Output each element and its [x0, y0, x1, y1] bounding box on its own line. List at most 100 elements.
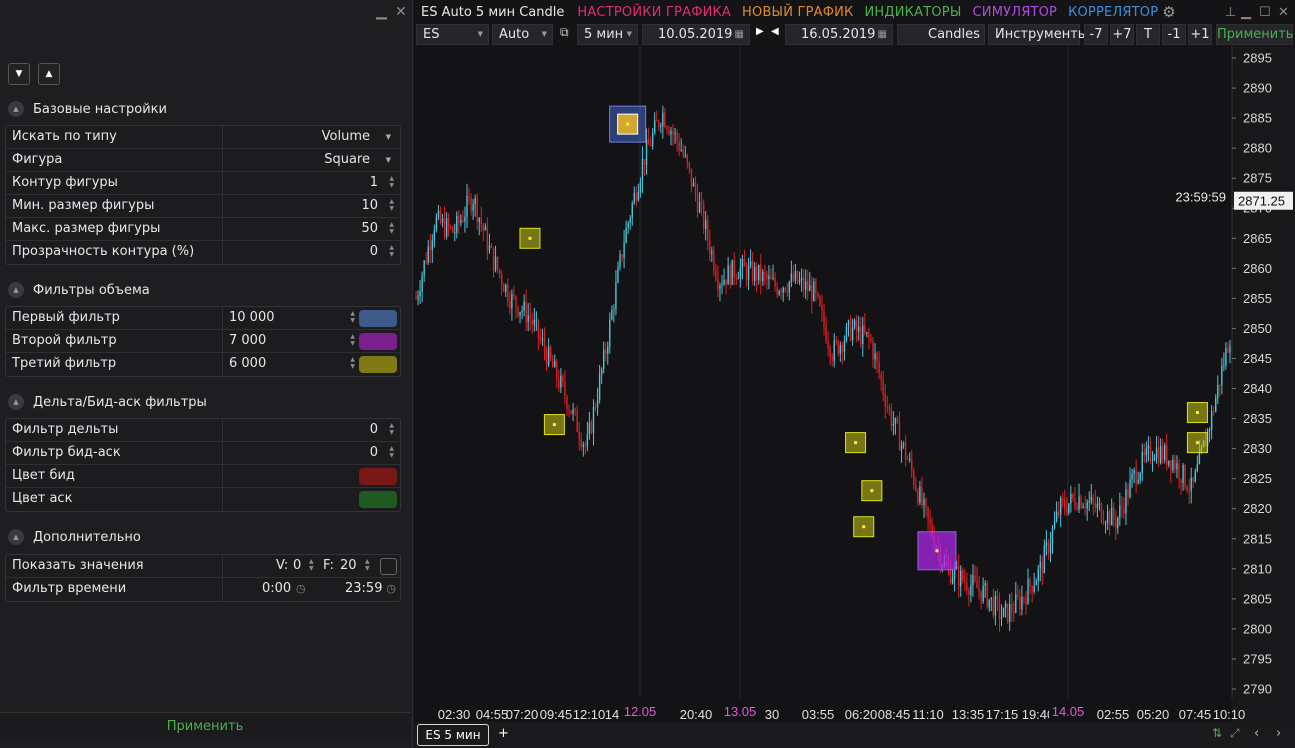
outline-stepper[interactable]: 1 ▲ ▼	[223, 172, 400, 194]
first-filter-color[interactable]	[359, 310, 397, 327]
candle-body	[1031, 586, 1033, 592]
stepper-icon[interactable]: ▲ ▼	[389, 422, 394, 436]
sort-icon[interactable]: ⇅	[1212, 726, 1222, 740]
maximize-icon[interactable]: ☐	[1259, 5, 1271, 20]
candle-body	[978, 588, 980, 591]
symbol-select[interactable]: ES ▼	[416, 24, 489, 45]
candle-body	[1066, 508, 1068, 513]
stepper-icon[interactable]: ▲ ▼	[389, 244, 394, 258]
value-v-input[interactable]: 0	[293, 555, 301, 577]
menu-simulator[interactable]: СИМУЛЯТОР	[973, 5, 1058, 20]
candle-body	[509, 301, 511, 309]
add-tab-button[interactable]: +	[498, 726, 509, 741]
back-icon[interactable]: ◀	[771, 26, 779, 37]
value-f-input[interactable]: 20	[340, 555, 357, 577]
calendar-icon[interactable]: ▦	[878, 25, 887, 44]
stepper-icon[interactable]: ▲ ▼	[350, 356, 355, 370]
chevron-left-icon[interactable]: ‹	[1254, 726, 1259, 741]
stepper-icon[interactable]: ▲ ▼	[389, 198, 394, 212]
candle-body	[929, 518, 931, 524]
date-from-input[interactable]: 10.05.2019 ▦	[642, 24, 750, 45]
min-size-stepper[interactable]: 10 ▲ ▼	[223, 195, 400, 217]
section-delta-bidask[interactable]: ▲ Дельта/Бид-аск фильтры	[8, 392, 207, 412]
calendar-icon[interactable]: ▦	[735, 25, 744, 44]
play-icon[interactable]: ▶	[756, 26, 764, 37]
candle-body	[531, 318, 533, 325]
search-type-select[interactable]: Volume ▼	[223, 126, 400, 148]
stepper-icon[interactable]: ▲ ▼	[309, 558, 314, 572]
second-filter-color[interactable]	[359, 333, 397, 350]
candle-body	[1113, 507, 1115, 520]
third-filter-color[interactable]	[359, 356, 397, 373]
third-filter-input[interactable]: 6 000 ▲ ▼	[223, 353, 400, 376]
clock-icon[interactable]: ◷	[296, 578, 306, 600]
candle-body	[519, 312, 521, 316]
first-filter-input[interactable]: 10 000 ▲ ▼	[223, 307, 400, 329]
candle-body	[984, 583, 986, 586]
date-to-input[interactable]: 16.05.2019 ▦	[785, 24, 893, 45]
show-values-checkbox[interactable]	[380, 558, 397, 575]
chart-type-select[interactable]: Candles	[897, 24, 985, 45]
setting-row: Макс. размер фигуры 50 ▲ ▼	[6, 218, 400, 241]
menu-indicators[interactable]: ИНДИКАТОРЫ	[865, 5, 962, 20]
candle-body	[1055, 511, 1058, 521]
clock-icon[interactable]: ◷	[386, 578, 396, 600]
minimize-icon[interactable]: ▁	[1241, 5, 1251, 20]
expand-all-button[interactable]: ▲	[38, 63, 60, 85]
candle-body	[631, 203, 633, 219]
delta-filter-stepper[interactable]: 0 ▲ ▼	[223, 419, 400, 441]
collapse-all-button[interactable]: ▼	[8, 63, 30, 85]
apply-settings-button[interactable]: Применить	[0, 712, 410, 742]
candle-body	[637, 191, 640, 201]
candle-body	[619, 254, 621, 268]
candle-body	[1176, 463, 1178, 470]
candle-body	[460, 220, 462, 223]
outline-transparency-stepper[interactable]: 0 ▲ ▼	[223, 241, 400, 264]
stepper-icon[interactable]: ▲ ▼	[350, 333, 355, 347]
candle-body	[729, 265, 731, 285]
plus-7-button[interactable]: +7	[1110, 24, 1134, 45]
section-volume-filters[interactable]: ▲ Фильтры объема	[8, 280, 150, 300]
minus-1-button[interactable]: -1	[1162, 24, 1186, 45]
minimize-icon[interactable]: ▁	[376, 4, 387, 20]
gear-icon[interactable]: ⚙	[1162, 3, 1175, 21]
scale-select[interactable]: Auto ▼	[492, 24, 553, 45]
stepper-icon[interactable]: ▲ ▼	[365, 558, 370, 572]
instruments-button[interactable]: Инструменты	[988, 24, 1088, 45]
candle-body	[778, 291, 780, 295]
time-from-input[interactable]: 0:00	[262, 578, 291, 600]
stepper-icon[interactable]: ▲ ▼	[350, 310, 355, 324]
today-button[interactable]: T	[1136, 24, 1160, 45]
figure-select[interactable]: Square ▼	[223, 149, 400, 171]
menu-new-chart[interactable]: НОВЫЙ ГРАФИК	[742, 5, 853, 20]
bidask-filter-stepper[interactable]: 0 ▲ ▼	[223, 442, 400, 464]
close-icon[interactable]: ✕	[395, 4, 407, 20]
candle-body	[1125, 489, 1127, 514]
stepper-icon[interactable]: ▲ ▼	[389, 175, 394, 189]
time-to-input[interactable]: 23:59	[345, 578, 382, 600]
second-filter-input[interactable]: 7 000 ▲ ▼	[223, 330, 400, 352]
minus-7-button[interactable]: -7	[1084, 24, 1108, 45]
stepper-icon[interactable]: ▲ ▼	[389, 221, 394, 235]
timeframe-select[interactable]: 5 мин ▼	[577, 24, 638, 45]
bid-color[interactable]	[359, 468, 397, 485]
price-chart[interactable]: 2895289028852880287528702865286028552850…	[414, 46, 1295, 722]
apply-button[interactable]: Применить	[1216, 24, 1293, 45]
stepper-icon[interactable]: ▲ ▼	[389, 445, 394, 459]
expand-icon[interactable]: ⤢	[1230, 726, 1240, 741]
section-additional[interactable]: ▲ Дополнительно	[8, 527, 141, 547]
close-icon[interactable]: ✕	[1278, 5, 1289, 20]
candle-body	[760, 264, 762, 282]
pin-icon[interactable]: ⊥	[1225, 5, 1236, 20]
max-size-stepper[interactable]: 50 ▲ ▼	[223, 218, 400, 240]
section-base-settings[interactable]: ▲ Базовые настройки	[8, 99, 167, 119]
menu-correlator[interactable]: КОРРЕЛЯТОР	[1068, 5, 1158, 20]
candle-body	[770, 276, 772, 279]
sync-icon[interactable]: ⧉	[560, 25, 569, 40]
plus-1-button[interactable]: +1	[1188, 24, 1212, 45]
menu-chart-settings[interactable]: НАСТРОЙКИ ГРАФИКА	[577, 5, 731, 20]
ask-color[interactable]	[359, 491, 397, 508]
candle-body	[1053, 520, 1056, 529]
chevron-right-icon[interactable]: ›	[1276, 726, 1281, 741]
tab-es-5min[interactable]: ES 5 мин	[417, 724, 489, 746]
